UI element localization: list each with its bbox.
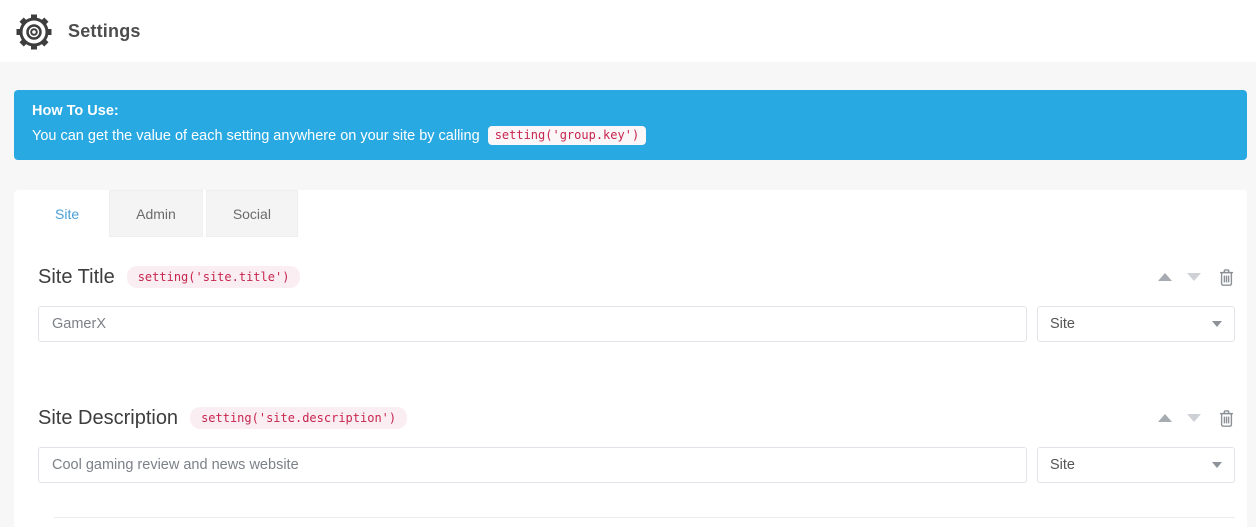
move-down-icon[interactable]: [1187, 273, 1201, 281]
tab-social[interactable]: Social: [205, 190, 298, 237]
group-key-code: setting('group.key'): [487, 126, 647, 145]
settings-gear-icon: [14, 12, 54, 52]
tab-admin[interactable]: Admin: [109, 190, 203, 237]
setting-actions: [1158, 409, 1235, 428]
setting-key-badge: setting('site.description'): [190, 407, 408, 429]
setting-group-select[interactable]: Site: [1037, 447, 1235, 483]
setting-actions: [1158, 268, 1235, 287]
tab-site[interactable]: Site: [28, 190, 107, 237]
trash-icon: [1220, 268, 1233, 286]
group-select-value: Site: [1050, 316, 1075, 332]
move-up-icon[interactable]: [1158, 414, 1172, 422]
setting-row-site-description: Site: [38, 447, 1235, 483]
setting-header-site-description: Site Description setting('site.descripti…: [38, 404, 1235, 432]
setting-row-site-title: Site: [38, 306, 1235, 342]
delete-setting-button[interactable]: [1218, 409, 1235, 428]
setting-label: Site Title: [38, 265, 115, 288]
chevron-down-icon: [1212, 321, 1222, 327]
setting-value-input[interactable]: [38, 447, 1027, 483]
trash-icon: [1220, 409, 1233, 427]
banner-text-body: You can get the value of each setting an…: [32, 128, 480, 144]
setting-value-input[interactable]: [38, 306, 1027, 342]
chevron-down-icon: [1212, 462, 1222, 468]
settings-tabs: Site Admin Social: [14, 190, 1247, 237]
section-divider: [54, 517, 1235, 518]
setting-group-select[interactable]: Site: [1037, 306, 1235, 342]
move-down-icon[interactable]: [1187, 414, 1201, 422]
panel-body: Site Title setting('site.title') GamerX …: [14, 263, 1247, 518]
how-to-use-banner: How To Use: You can get the value of eac…: [14, 90, 1247, 160]
setting-key-badge: setting('site.title'): [126, 266, 301, 288]
group-select-value: Site: [1050, 457, 1075, 473]
settings-panel: Site Admin Social Site Title setting('si…: [14, 190, 1247, 527]
setting-header-site-title: Site Title setting('site.title'): [38, 263, 1235, 291]
page-title: Settings: [68, 20, 141, 41]
banner-text: You can get the value of each setting an…: [32, 126, 1229, 145]
page-header: Settings: [0, 0, 1256, 62]
setting-label: Site Description: [38, 406, 179, 429]
move-up-icon[interactable]: [1158, 273, 1172, 281]
delete-setting-button[interactable]: [1218, 268, 1235, 287]
banner-title: How To Use:: [32, 103, 119, 119]
